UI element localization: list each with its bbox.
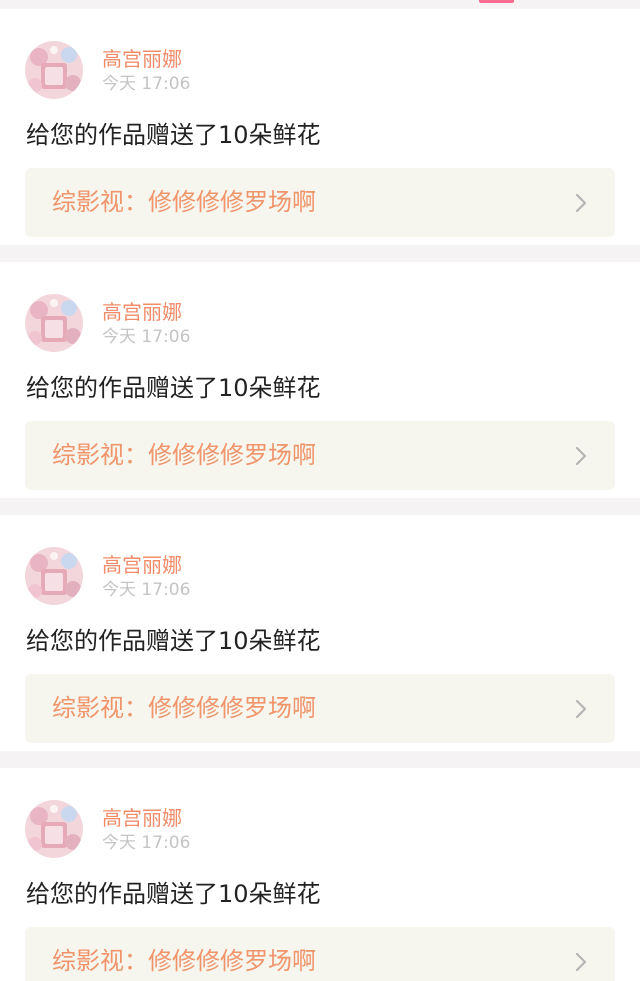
work-title: 综影视：修修修修罗场啊 (52, 188, 316, 216)
work-title: 综影视：修修修修罗场啊 (52, 694, 316, 722)
gift-message: 给您的作品赠送了10朵鲜花 (26, 374, 321, 402)
gift-message: 给您的作品赠送了10朵鲜花 (26, 121, 321, 149)
chevron-right-icon (575, 193, 587, 213)
username[interactable]: 高宫丽娜 (102, 46, 182, 72)
work-link[interactable]: 综影视：修修修修罗场啊 (25, 168, 615, 237)
chevron-right-icon (575, 699, 587, 719)
avatar-image (25, 800, 83, 858)
avatar-image (25, 41, 83, 99)
username[interactable]: 高宫丽娜 (102, 552, 182, 578)
notification-card: 高宫丽娜 今天 17:06 给您的作品赠送了10朵鲜花 综影视：修修修修罗场啊 (0, 515, 640, 751)
timestamp: 今天 17:06 (102, 580, 191, 600)
work-link[interactable]: 综影视：修修修修罗场啊 (25, 674, 615, 743)
user-avatar[interactable] (25, 294, 83, 352)
notification-card: 高宫丽娜 今天 17:06 给您的作品赠送了10朵鲜花 综影视：修修修修罗场啊 (0, 768, 640, 981)
user-avatar[interactable] (25, 547, 83, 605)
notification-card: 高宫丽娜 今天 17:06 给您的作品赠送了10朵鲜花 综影视：修修修修罗场啊 (0, 9, 640, 245)
user-avatar[interactable] (25, 41, 83, 99)
work-title: 综影视：修修修修罗场啊 (52, 947, 316, 975)
username[interactable]: 高宫丽娜 (102, 805, 182, 831)
timestamp: 今天 17:06 (102, 833, 191, 853)
user-avatar[interactable] (25, 800, 83, 858)
work-title: 综影视：修修修修罗场啊 (52, 441, 316, 469)
notification-card: 高宫丽娜 今天 17:06 给您的作品赠送了10朵鲜花 综影视：修修修修罗场啊 (0, 262, 640, 498)
gift-message: 给您的作品赠送了10朵鲜花 (26, 880, 321, 908)
gift-message: 给您的作品赠送了10朵鲜花 (26, 627, 321, 655)
avatar-image (25, 294, 83, 352)
work-link[interactable]: 综影视：修修修修罗场啊 (25, 421, 615, 490)
work-link[interactable]: 综影视：修修修修罗场啊 (25, 927, 615, 981)
username[interactable]: 高宫丽娜 (102, 299, 182, 325)
top-accent-bar (479, 0, 514, 3)
chevron-right-icon (575, 446, 587, 466)
avatar-image (25, 547, 83, 605)
timestamp: 今天 17:06 (102, 327, 191, 347)
timestamp: 今天 17:06 (102, 74, 191, 94)
chevron-right-icon (575, 952, 587, 972)
